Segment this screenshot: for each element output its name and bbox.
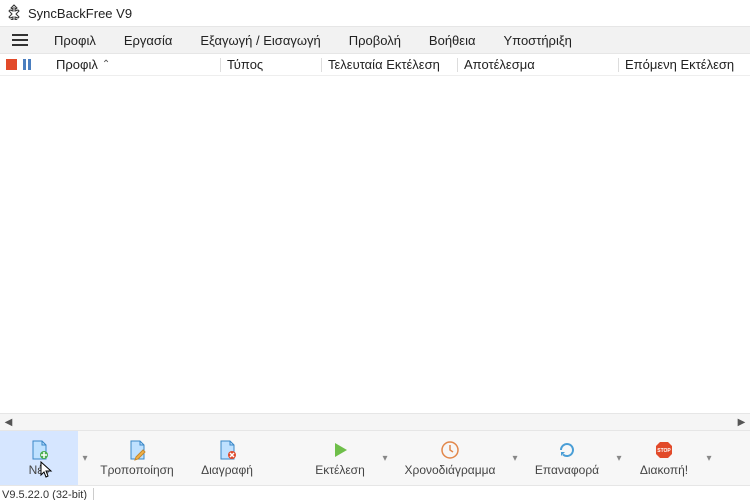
column-last-run[interactable]: Τελευταία Εκτέλεση xyxy=(322,54,457,76)
menu-bar: Προφιλ Εργασία Εξαγωγή / Εισαγωγή Προβολ… xyxy=(0,26,750,54)
hamburger-menu-button[interactable] xyxy=(0,26,40,54)
stop-sign-icon: STOP xyxy=(653,439,675,461)
scroll-right-icon[interactable]: ▶ xyxy=(733,414,750,431)
stop-button[interactable]: STOP Διακοπή! xyxy=(626,431,702,485)
modify-button[interactable]: Τροποποίηση xyxy=(92,431,182,485)
scroll-track[interactable] xyxy=(17,414,733,431)
schedule-button-dropdown[interactable]: ▾ xyxy=(508,453,522,464)
new-button-label: Νέο xyxy=(29,463,50,477)
menu-help[interactable]: Βοήθεια xyxy=(415,26,490,54)
delete-button[interactable]: Διαγραφή xyxy=(182,431,272,485)
document-new-icon xyxy=(28,439,50,461)
schedule-button[interactable]: Χρονοδιάγραμμα xyxy=(392,431,508,485)
app-title: SyncBackFree V9 xyxy=(28,6,132,21)
menu-view[interactable]: Προβολή xyxy=(335,26,415,54)
clock-icon xyxy=(439,439,461,461)
title-bar: SyncBackFree V9 xyxy=(0,0,750,26)
stop-button-label: Διακοπή! xyxy=(640,463,688,477)
menu-support[interactable]: Υποστήριξη xyxy=(489,26,585,54)
refresh-icon xyxy=(556,439,578,461)
column-profile-label: Προφιλ xyxy=(56,57,98,72)
stop-icon[interactable] xyxy=(6,59,17,70)
run-button-dropdown[interactable]: ▾ xyxy=(378,453,392,464)
column-type-label: Τύπος xyxy=(227,57,263,72)
column-next-run-label: Επόμενη Εκτέλεση xyxy=(625,57,734,72)
new-button-dropdown[interactable]: ▾ xyxy=(78,453,92,464)
restore-button-dropdown[interactable]: ▾ xyxy=(612,453,626,464)
horizontal-scrollbar[interactable]: ◀ ▶ xyxy=(0,413,750,430)
document-edit-icon xyxy=(126,439,148,461)
stop-button-dropdown[interactable]: ▾ xyxy=(702,453,716,464)
column-header-row: Προφιλ ⌃ Τύπος Τελευταία Εκτέλεση Αποτέλ… xyxy=(0,54,750,76)
pause-icon[interactable] xyxy=(23,59,31,70)
modify-button-label: Τροποποίηση xyxy=(100,463,173,477)
column-profile[interactable]: Προφιλ ⌃ xyxy=(50,54,220,76)
status-bar: V9.5.22.0 (32-bit) xyxy=(0,486,750,500)
column-result-label: Αποτέλεσμα xyxy=(464,57,535,72)
sort-indicator-icon: ⌃ xyxy=(102,59,110,70)
status-separator xyxy=(93,488,94,500)
run-button[interactable]: Εκτέλεση xyxy=(302,431,378,485)
svg-text:STOP: STOP xyxy=(657,448,671,454)
column-type[interactable]: Τύπος xyxy=(221,54,321,76)
column-last-run-label: Τελευταία Εκτέλεση xyxy=(328,57,440,72)
play-icon xyxy=(329,439,351,461)
action-toolbar: Νέο ▾ Τροποποίηση Διαγραφή Εκτέλεση ▾ Χρ… xyxy=(0,430,750,486)
schedule-button-label: Χρονοδιάγραμμα xyxy=(405,463,496,477)
menu-profile[interactable]: Προφιλ xyxy=(40,26,110,54)
app-icon xyxy=(6,4,22,23)
menu-export-import[interactable]: Εξαγωγή / Εισαγωγή xyxy=(186,26,334,54)
new-button[interactable]: Νέο xyxy=(0,431,78,485)
document-delete-icon xyxy=(216,439,238,461)
restore-button[interactable]: Επαναφορά xyxy=(522,431,612,485)
column-next-run[interactable]: Επόμενη Εκτέλεση xyxy=(619,54,750,76)
scroll-left-icon[interactable]: ◀ xyxy=(0,414,17,431)
restore-button-label: Επαναφορά xyxy=(535,463,599,477)
run-button-label: Εκτέλεση xyxy=(315,463,365,477)
version-label: V9.5.22.0 (32-bit) xyxy=(2,489,87,500)
profile-grid[interactable] xyxy=(0,76,750,413)
delete-button-label: Διαγραφή xyxy=(201,463,253,477)
menu-job[interactable]: Εργασία xyxy=(110,26,187,54)
row-action-icons xyxy=(0,59,50,70)
column-result[interactable]: Αποτέλεσμα xyxy=(458,54,618,76)
